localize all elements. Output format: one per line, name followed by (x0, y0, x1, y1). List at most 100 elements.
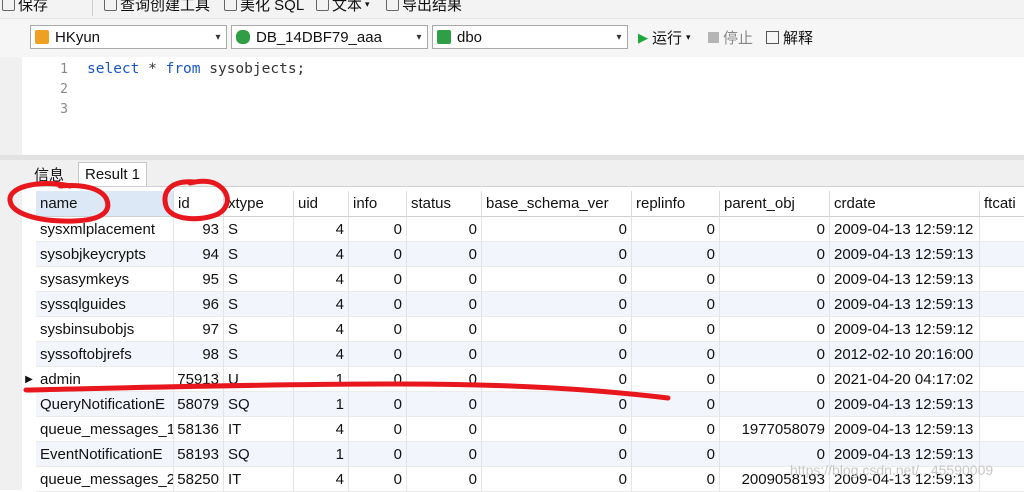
save-button[interactable]: 保存 (2, 0, 48, 15)
cell-parent-obj[interactable]: 0 (720, 217, 830, 242)
cell-crdate[interactable]: 2009-04-13 12:59:13 (830, 417, 980, 442)
column-header-base-schema-ver[interactable]: base_schema_ver (482, 191, 632, 217)
cell-name[interactable]: sysbinsubobjs (36, 317, 174, 342)
cell-crdate[interactable]: 2009-04-13 12:59:12 (830, 317, 980, 342)
cell-xtype[interactable]: S (224, 342, 294, 367)
cell-replinfo[interactable]: 0 (632, 292, 720, 317)
cell-xtype[interactable]: S (224, 267, 294, 292)
cell-replinfo[interactable]: 0 (632, 442, 720, 467)
cell-crdate[interactable]: 2012-02-10 20:16:00 (830, 342, 980, 367)
tab-info[interactable]: 信息 (28, 162, 70, 186)
cell-id[interactable]: 97 (174, 317, 224, 342)
table-row[interactable]: sysobjkeycrypts 94 S 4 0 0 0 0 0 2009-04-13 12:59… (22, 242, 1024, 267)
cell-crdate[interactable]: 2009-04-13 12:59:12 (830, 217, 980, 242)
cell-id[interactable]: 58079 (174, 392, 224, 417)
cell-crdate[interactable]: 2021-04-20 04:17:02 (830, 367, 980, 392)
table-row[interactable]: sysbinsubobjs 97 S 4 0 0 0 0 0 2009-04-13 12:59:1… (22, 317, 1024, 342)
cell-xtype[interactable]: S (224, 217, 294, 242)
cell-status[interactable]: 0 (407, 392, 482, 417)
cell-status[interactable]: 0 (407, 367, 482, 392)
cell-base-schema-ver[interactable]: 0 (482, 392, 632, 417)
cell-info[interactable]: 0 (349, 292, 407, 317)
cell-id[interactable]: 95 (174, 267, 224, 292)
sql-code-line[interactable]: select * from sysobjects; (87, 61, 305, 77)
run-button[interactable]: ▶ 运行 ▾ (638, 27, 691, 48)
cell-replinfo[interactable]: 0 (632, 392, 720, 417)
cell-replinfo[interactable]: 0 (632, 367, 720, 392)
column-header-xtype[interactable]: xtype (224, 191, 294, 217)
cell-base-schema-ver[interactable]: 0 (482, 267, 632, 292)
cell-xtype[interactable]: S (224, 292, 294, 317)
cell-uid[interactable]: 4 (294, 342, 349, 367)
beautify-sql-button[interactable]: 美化 SQL (224, 0, 304, 15)
cell-info[interactable]: 0 (349, 242, 407, 267)
cell-name[interactable]: sysobjkeycrypts (36, 242, 174, 267)
cell-xtype[interactable]: IT (224, 467, 294, 492)
cell-status[interactable]: 0 (407, 342, 482, 367)
table-row[interactable]: QueryNotificationE 58079 SQ 1 0 0 0 0 0 2009-04-1… (22, 392, 1024, 417)
cell-xtype[interactable]: SQ (224, 442, 294, 467)
cell-crdate[interactable]: 2009-04-13 12:59:13 (830, 242, 980, 267)
cell-ftcati[interactable] (980, 367, 1024, 392)
database-select[interactable]: DB_14DBF79_aaa ▾ (231, 25, 428, 49)
cell-info[interactable]: 0 (349, 367, 407, 392)
schema-select[interactable]: dbo ▾ (432, 25, 628, 49)
column-header-name[interactable]: name (36, 191, 174, 217)
cell-status[interactable]: 0 (407, 317, 482, 342)
cell-uid[interactable]: 4 (294, 292, 349, 317)
cell-id[interactable]: 96 (174, 292, 224, 317)
cell-name[interactable]: queue_messages_2 (36, 467, 174, 492)
cell-ftcati[interactable] (980, 242, 1024, 267)
cell-id[interactable]: 58250 (174, 467, 224, 492)
cell-info[interactable]: 0 (349, 442, 407, 467)
cell-base-schema-ver[interactable]: 0 (482, 467, 632, 492)
cell-ftcati[interactable] (980, 342, 1024, 367)
cell-uid[interactable]: 4 (294, 217, 349, 242)
table-row[interactable]: syssoftobjrefs 98 S 4 0 0 0 0 0 2012-02-10 20:16:… (22, 342, 1024, 367)
stop-button[interactable]: 停止 (708, 27, 753, 48)
column-header-replinfo[interactable]: replinfo (632, 191, 720, 217)
cell-base-schema-ver[interactable]: 0 (482, 342, 632, 367)
cell-xtype[interactable]: S (224, 317, 294, 342)
cell-info[interactable]: 0 (349, 417, 407, 442)
cell-ftcati[interactable] (980, 292, 1024, 317)
connection-select[interactable]: HKyun ▾ (30, 25, 227, 49)
cell-status[interactable]: 0 (407, 417, 482, 442)
cell-replinfo[interactable]: 0 (632, 467, 720, 492)
column-header-status[interactable]: status (407, 191, 482, 217)
cell-crdate[interactable]: 2009-04-13 12:59:13 (830, 292, 980, 317)
cell-ftcati[interactable] (980, 317, 1024, 342)
cell-name[interactable]: sysxmlplacement (36, 217, 174, 242)
cell-replinfo[interactable]: 0 (632, 242, 720, 267)
query-builder-button[interactable]: 查询创建工具 (104, 0, 210, 15)
cell-uid[interactable]: 4 (294, 267, 349, 292)
cell-base-schema-ver[interactable]: 0 (482, 317, 632, 342)
cell-uid[interactable]: 1 (294, 442, 349, 467)
explain-button[interactable]: 解释 (766, 27, 813, 48)
cell-info[interactable]: 0 (349, 342, 407, 367)
cell-id[interactable]: 94 (174, 242, 224, 267)
cell-info[interactable]: 0 (349, 317, 407, 342)
tab-result-1[interactable]: Result 1 (78, 162, 148, 186)
cell-parent-obj[interactable]: 1977058079 (720, 417, 830, 442)
cell-base-schema-ver[interactable]: 0 (482, 442, 632, 467)
column-header-info[interactable]: info (349, 191, 407, 217)
export-button[interactable]: 导出结果 (386, 0, 462, 15)
cell-parent-obj[interactable]: 0 (720, 242, 830, 267)
cell-parent-obj[interactable]: 0 (720, 292, 830, 317)
cell-ftcati[interactable] (980, 267, 1024, 292)
cell-base-schema-ver[interactable]: 0 (482, 367, 632, 392)
cell-status[interactable]: 0 (407, 292, 482, 317)
cell-name[interactable]: queue_messages_1 (36, 417, 174, 442)
cell-info[interactable]: 0 (349, 267, 407, 292)
cell-parent-obj[interactable]: 0 (720, 392, 830, 417)
cell-name[interactable]: syssoftobjrefs (36, 342, 174, 367)
cell-uid[interactable]: 4 (294, 317, 349, 342)
column-header-crdate[interactable]: crdate (830, 191, 980, 217)
cell-name[interactable]: sysasymkeys (36, 267, 174, 292)
cell-name[interactable]: QueryNotificationE (36, 392, 174, 417)
cell-xtype[interactable]: S (224, 242, 294, 267)
cell-uid[interactable]: 1 (294, 392, 349, 417)
cell-uid[interactable]: 4 (294, 417, 349, 442)
table-row[interactable]: sysasymkeys 95 S 4 0 0 0 0 0 2009-04-13 12:59:13 (22, 267, 1024, 292)
